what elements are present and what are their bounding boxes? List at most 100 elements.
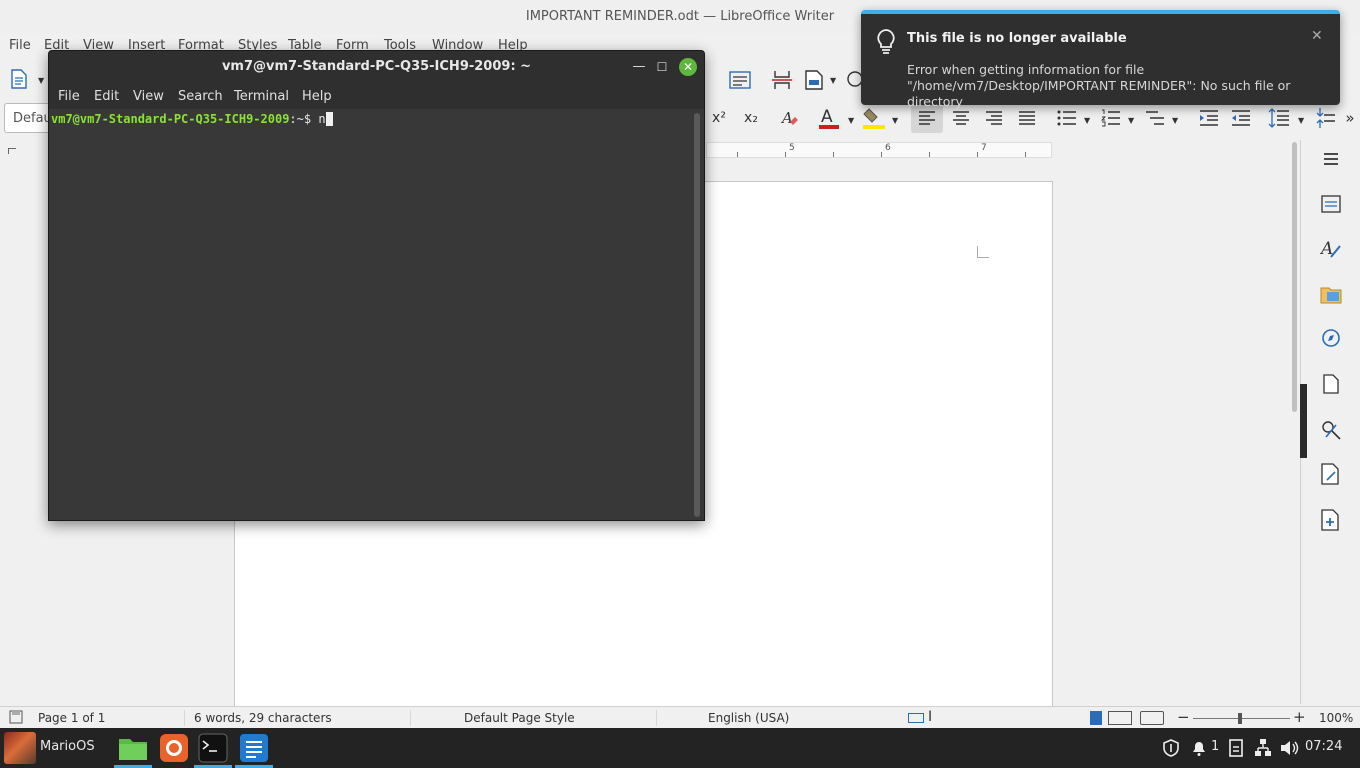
gallery-icon[interactable] [1316, 280, 1346, 308]
text-cursor-icon: I [928, 709, 933, 725]
status-separator [184, 710, 185, 726]
design-icon[interactable] [1316, 506, 1346, 534]
terminal-menu-edit[interactable]: Edit [94, 89, 119, 104]
svg-text:A: A [821, 107, 833, 127]
start-menu-button[interactable]: MarioOS [0, 728, 102, 768]
writer-status-bar: Page 1 of 1 6 words, 29 characters Defau… [0, 706, 1360, 728]
subscript-icon[interactable]: x₂ [740, 106, 762, 130]
page-count[interactable]: Page 1 of 1 [38, 711, 105, 725]
line-spacing-dropdown-icon[interactable]: ▼ [1298, 116, 1304, 125]
tab-stop-icon[interactable] [8, 148, 16, 154]
manage-changes-icon[interactable] [1316, 460, 1346, 488]
navigator-icon[interactable] [1316, 324, 1346, 352]
firefox-app-icon[interactable] [157, 731, 191, 765]
writer-app-icon[interactable] [237, 731, 271, 765]
terminal-cursor [325, 112, 333, 126]
special-character-icon[interactable] [844, 68, 862, 92]
highlight-dropdown-icon[interactable]: ▼ [892, 116, 898, 125]
outline-list-dropdown-icon[interactable]: ▼ [1172, 116, 1178, 125]
terminal-menubar: File Edit View Search Terminal Help [49, 85, 704, 109]
zoom-in-icon[interactable]: + [1293, 708, 1306, 726]
ruler-tick [977, 152, 978, 157]
writer-menu-file[interactable]: File [9, 38, 31, 53]
zoom-level[interactable]: 100% [1319, 711, 1353, 725]
new-document-icon[interactable] [8, 66, 30, 92]
notification-popup[interactable]: This file is no longer available Error w… [861, 10, 1340, 109]
terminal-output[interactable]: vm7@vm7-Standard-PC-Q35-ICH9-2009:~$ n [49, 109, 704, 520]
selection-mode-icon[interactable] [908, 713, 924, 723]
insert-text-box-icon[interactable] [728, 68, 752, 92]
files-app-icon[interactable] [116, 731, 150, 765]
language-status[interactable]: English (USA) [708, 711, 789, 725]
notifications-icon[interactable] [1190, 739, 1208, 761]
notification-close-icon[interactable]: ✕ [1311, 28, 1323, 44]
maximize-icon[interactable]: ☐ [652, 57, 672, 77]
page-style[interactable]: Default Page Style [464, 711, 575, 725]
horizontal-ruler[interactable]: 5 6 7 [706, 142, 1052, 158]
insert-field-icon[interactable] [802, 68, 826, 92]
properties-icon[interactable] [1316, 190, 1346, 218]
toolbar-overflow-icon[interactable]: » [1342, 104, 1358, 132]
ruler-tick [929, 152, 930, 157]
ordered-list-dropdown-icon[interactable]: ▼ [1128, 116, 1134, 125]
terminal-app-icon[interactable] [196, 731, 230, 765]
book-view-icon[interactable] [1140, 711, 1164, 725]
new-document-dropdown-icon[interactable]: ▼ [38, 76, 44, 85]
notification-title: This file is no longer available [907, 31, 1127, 46]
sidebar-collapse-handle[interactable] [1300, 384, 1307, 458]
word-count[interactable]: 6 words, 29 characters [194, 711, 332, 725]
close-icon[interactable]: ✕ [679, 58, 697, 76]
terminal-menu-file[interactable]: File [58, 89, 80, 104]
multi-page-view-icon[interactable] [1108, 711, 1132, 725]
sidebar-menu-icon[interactable] [1316, 145, 1346, 173]
page-margin-marker [977, 246, 989, 258]
ruler-tick [881, 152, 882, 157]
paragraph-spacing-icon[interactable] [1314, 104, 1338, 132]
clipboard-icon[interactable] [1228, 738, 1244, 762]
prompt-user-host: vm7@vm7-Standard-PC-Q35-ICH9-2009 [51, 112, 290, 126]
notification-count: 1 [1211, 739, 1220, 754]
svg-text:A: A [780, 109, 793, 127]
save-status-icon[interactable] [9, 710, 25, 726]
lightbulb-icon [875, 28, 897, 54]
terminal-menu-help[interactable]: Help [302, 89, 332, 104]
mario-avatar-icon [4, 732, 36, 764]
status-separator [656, 710, 657, 726]
notification-body: Error when getting information for file … [907, 62, 1291, 109]
terminal-input[interactable]: n [318, 112, 325, 126]
clock[interactable]: 07:24 [1305, 739, 1342, 754]
ruler-tick [833, 152, 834, 157]
style-inspector-icon[interactable] [1316, 416, 1346, 444]
highlight-color-icon[interactable] [860, 104, 888, 132]
single-page-view-icon[interactable] [1090, 711, 1102, 725]
clear-formatting-icon[interactable]: A [778, 106, 802, 130]
page-icon[interactable] [1316, 370, 1346, 398]
insert-field-dropdown-icon[interactable]: ▼ [830, 76, 836, 85]
ruler-tick [737, 152, 738, 157]
insert-page-break-icon[interactable] [770, 68, 794, 92]
minimize-icon[interactable]: — [629, 57, 649, 77]
ruler-number: 6 [885, 143, 891, 153]
font-color-dropdown-icon[interactable]: ▼ [848, 116, 854, 125]
font-color-icon[interactable]: A [816, 104, 842, 132]
shield-icon[interactable] [1162, 739, 1180, 761]
terminal-window[interactable]: vm7@vm7-Standard-PC-Q35-ICH9-2009: ~ — ☐… [48, 50, 705, 521]
terminal-title[interactable]: vm7@vm7-Standard-PC-Q35-ICH9-2009: ~ [49, 51, 704, 85]
styles-icon[interactable]: A [1316, 234, 1346, 262]
terminal-scrollbar[interactable] [694, 113, 700, 517]
superscript-icon[interactable]: x² [708, 106, 730, 130]
zoom-slider-handle[interactable] [1238, 713, 1242, 724]
ruler-tick [785, 152, 786, 157]
ruler-tick [1025, 152, 1026, 157]
terminal-menu-search[interactable]: Search [178, 89, 223, 104]
network-icon[interactable] [1254, 738, 1272, 762]
terminal-menu-terminal[interactable]: Terminal [234, 89, 289, 104]
zoom-out-icon[interactable]: − [1177, 708, 1190, 726]
status-separator [410, 710, 411, 726]
ruler-number: 7 [981, 143, 987, 153]
terminal-menu-view[interactable]: View [133, 89, 164, 104]
volume-icon[interactable] [1279, 739, 1299, 761]
prompt-symbol: :~$ [289, 112, 319, 126]
vertical-scrollbar-thumb[interactable] [1292, 142, 1297, 412]
unordered-list-dropdown-icon[interactable]: ▼ [1084, 116, 1090, 125]
